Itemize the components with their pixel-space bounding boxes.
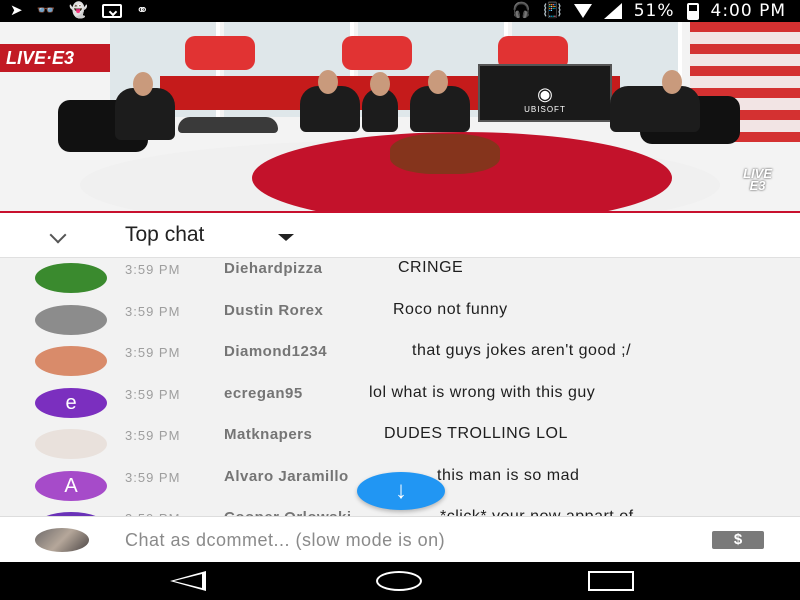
message-text: lol what is wrong with this guy bbox=[369, 383, 596, 401]
back-button[interactable] bbox=[170, 571, 206, 591]
system-icons: 🎧 📳 51% 4:00 PM bbox=[512, 0, 800, 22]
message-text: Roco not funny bbox=[393, 300, 508, 318]
message-time: 3:59 PM bbox=[125, 386, 181, 402]
message-time: 3:59 PM bbox=[125, 428, 181, 443]
message-author[interactable]: ecregan95 bbox=[224, 385, 303, 402]
collapse-chat-chevron-icon[interactable] bbox=[49, 226, 67, 244]
message-author[interactable]: Diamond1234 bbox=[224, 343, 327, 360]
user-avatar bbox=[35, 528, 89, 552]
host-head bbox=[133, 72, 153, 96]
message-time: 3:59 PM bbox=[125, 345, 181, 360]
spy-icon: 👓 bbox=[36, 2, 56, 19]
message-author[interactable]: Diehardpizza bbox=[224, 260, 323, 277]
send-icon: ➤ bbox=[10, 2, 23, 19]
author-avatar[interactable]: e bbox=[35, 387, 107, 418]
host-person bbox=[115, 88, 175, 140]
chat-header: Top chat bbox=[0, 213, 800, 258]
message-text: DUDES TROLLING LOL bbox=[384, 425, 568, 442]
message-author[interactable]: Dustin Rorex bbox=[224, 302, 323, 319]
navigation-bar bbox=[0, 562, 800, 600]
signal-icon bbox=[603, 3, 622, 19]
chat-message[interactable]: 3:59 PM Diehardpizza CRINGE bbox=[0, 258, 800, 300]
chat-mode-title[interactable]: Top chat bbox=[125, 223, 204, 247]
message-time: 3:59 PM bbox=[125, 262, 181, 277]
host-legs bbox=[178, 117, 278, 133]
message-text: CRINGE bbox=[398, 259, 464, 276]
author-avatar[interactable] bbox=[35, 346, 107, 376]
message-author[interactable]: Alvaro Jaramillo bbox=[224, 468, 349, 485]
chat-message[interactable]: 3:59 PM Diamond1234 that guys jokes aren't… bbox=[0, 341, 800, 383]
guest-person bbox=[610, 86, 700, 132]
message-text: that guys jokes aren't good ;/ bbox=[412, 342, 632, 359]
author-avatar[interactable]: A bbox=[35, 470, 107, 501]
message-author[interactable]: Cooper Orlowski bbox=[224, 509, 352, 516]
message-time: 3:59 PM bbox=[125, 303, 181, 319]
youtube-logo-block bbox=[342, 36, 412, 70]
vibrate-icon: 📳 bbox=[543, 2, 562, 19]
message-text: *click* your now appart of bbox=[440, 508, 634, 516]
youtube-logo-block bbox=[185, 36, 255, 70]
video-player[interactable]: LIVE·E3 ◉ UBISOFT LIVE E3 bbox=[0, 22, 800, 212]
live-e3-watermark: LIVE E3 bbox=[743, 166, 772, 193]
tv-screen: ◉ UBISOFT bbox=[478, 64, 612, 122]
chat-mode-dropdown-icon[interactable] bbox=[278, 234, 294, 241]
author-avatar[interactable] bbox=[35, 429, 107, 459]
arrow-down-icon: ↓ bbox=[395, 477, 407, 504]
download-icon bbox=[101, 4, 122, 18]
author-avatar[interactable] bbox=[35, 304, 107, 335]
chat-message[interactable]: e 3:59 PM ecregan95 lol what is wrong with … bbox=[0, 383, 800, 425]
guest-head bbox=[662, 70, 682, 94]
clock: 4:00 PM bbox=[710, 1, 786, 21]
message-text: this man is so mad bbox=[437, 466, 580, 484]
notification-icons: ➤ 👓 👻 ⚭ bbox=[0, 0, 512, 22]
home-button[interactable] bbox=[376, 571, 422, 591]
recents-button[interactable] bbox=[588, 571, 634, 591]
guest-head bbox=[428, 70, 448, 94]
guest-head bbox=[318, 70, 338, 94]
super-chat-button[interactable]: $ bbox=[712, 531, 764, 549]
message-author[interactable]: Matknapers bbox=[224, 426, 312, 443]
wifi-icon bbox=[573, 4, 592, 18]
headphones-icon: 🎧 bbox=[512, 2, 532, 19]
tv-label: UBISOFT bbox=[524, 105, 566, 114]
battery-icon bbox=[686, 2, 699, 20]
chat-input[interactable]: Chat as dcommet... (slow mode is on) bbox=[125, 530, 445, 551]
ubisoft-logo-icon: ◉ bbox=[537, 84, 553, 104]
status-bar: ➤ 👓 👻 ⚭ 🎧 📳 51% 4:00 PM bbox=[0, 0, 800, 22]
chat-message[interactable]: 3:59 PM Dustin Rorex Roco not funny bbox=[0, 300, 800, 342]
guest-head bbox=[370, 72, 390, 96]
scroll-to-bottom-button[interactable]: ↓ bbox=[357, 472, 445, 510]
coffee-table bbox=[390, 134, 500, 174]
chat-input-bar: Chat as dcommet... (slow mode is on) $ bbox=[0, 516, 800, 562]
message-time: 3:59 PM bbox=[125, 469, 181, 485]
author-avatar[interactable] bbox=[35, 263, 107, 293]
voicemail-icon: ⚭ bbox=[135, 2, 149, 19]
chat-message[interactable]: 3:59 PM Matknapers DUDES TROLLING LOL bbox=[0, 424, 800, 466]
battery-percent: 51% bbox=[633, 1, 675, 21]
snapchat-icon: 👻 bbox=[69, 2, 88, 19]
live-e3-badge: LIVE·E3 bbox=[0, 44, 110, 72]
